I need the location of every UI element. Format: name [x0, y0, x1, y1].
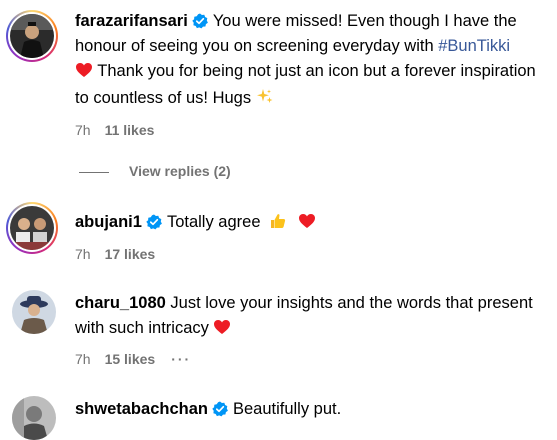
comment-meta: 7h 17 likes [75, 245, 155, 263]
avatar [10, 206, 54, 250]
comment-text: charu_1080 Just love your insights and t… [75, 291, 553, 343]
avatar-image [12, 290, 56, 334]
comment-username[interactable]: abujani1 [75, 213, 142, 231]
sparkles-icon [256, 89, 274, 107]
comment-likes[interactable]: 11 likes [105, 122, 155, 138]
avatar-image [12, 396, 56, 440]
comment-meta: 7h 15 likes ··· [75, 350, 191, 368]
comment-time[interactable]: 7h [75, 351, 91, 367]
comment-username[interactable]: farazarifansari [75, 12, 188, 30]
verified-badge-icon [192, 13, 208, 29]
avatar-ring-inner [8, 12, 56, 60]
comment-text: farazarifansari You were missed! Even tho… [75, 9, 553, 111]
comment-likes[interactable]: 15 likes [105, 351, 156, 367]
thumbs-up-icon [269, 213, 287, 231]
comment-username[interactable]: charu_1080 [75, 294, 166, 312]
comment-charu_1080: charu_1080 Just love your insights and t… [0, 285, 557, 380]
comment-body: Beautifully put. [232, 400, 342, 418]
avatar-ring-inner [8, 204, 56, 252]
comment-meta: 7h 11 likes [75, 121, 154, 139]
red-heart-icon [75, 61, 93, 86]
avatar[interactable] [12, 396, 56, 440]
comment-farazarifansari: farazarifansari You were missed! Even tho… [0, 0, 557, 150]
red-heart-icon [213, 318, 231, 343]
avatar-story-ring[interactable] [6, 10, 58, 62]
verified-badge-icon [146, 214, 162, 230]
verified-badge-icon [212, 401, 228, 417]
avatar [10, 14, 54, 58]
comment-text: abujani1 Totally agree [75, 210, 553, 237]
view-replies-button[interactable]: View replies (2) [79, 163, 231, 179]
view-replies-label: View replies (2) [129, 163, 231, 179]
comment-body-continued: Thank you for being not just an icon but… [75, 62, 536, 107]
view-replies-line [79, 171, 109, 173]
avatar[interactable] [12, 290, 56, 334]
avatar-story-ring[interactable] [6, 202, 58, 254]
comment-username[interactable]: shwetabachchan [75, 400, 208, 418]
hashtag-link[interactable]: #BunTikki [438, 37, 510, 55]
comment-time[interactable]: 7h [75, 122, 91, 138]
comment-text: shwetabachchan Beautifully put. [75, 397, 553, 422]
more-options-icon[interactable]: ··· [171, 350, 191, 368]
comment-likes[interactable]: 17 likes [105, 246, 156, 262]
comment-abujani1: abujani1 Totally agree 7h 17 likes [0, 200, 557, 270]
red-heart-icon [298, 212, 316, 237]
comment-shwetabachchan: shwetabachchan Beautifully put. [0, 390, 557, 440]
comment-time[interactable]: 7h [75, 246, 91, 262]
comment-body: Totally agree [166, 213, 261, 231]
